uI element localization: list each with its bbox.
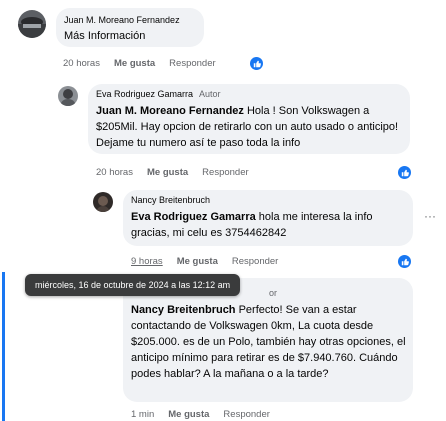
comment-text: Juan M. Moreano Fernandez Hola ! Son Vol…: [96, 103, 404, 151]
like-reaction-icon[interactable]: [250, 57, 263, 70]
like-button[interactable]: Me gusta: [114, 58, 155, 69]
thread-indicator: [2, 272, 5, 421]
reply-button[interactable]: Responder: [232, 256, 278, 267]
comment-time[interactable]: 1 min: [131, 409, 154, 420]
like-reaction-icon[interactable]: [398, 255, 411, 268]
avatar[interactable]: [93, 192, 113, 212]
mention-link[interactable]: Juan M. Moreano Fernandez: [96, 105, 244, 117]
comment-author[interactable]: Nancy Breitenbruch: [131, 195, 210, 205]
comment-text: Nancy Breitenbruch Perfecto! Se van a es…: [131, 302, 411, 382]
comment-bubble: Juan M. Moreano Fernandez Más Informació…: [56, 8, 204, 47]
like-button[interactable]: Me gusta: [147, 167, 188, 178]
more-options-icon[interactable]: ···: [424, 209, 436, 223]
comment-actions: 20 horas Me gusta Responder: [96, 167, 263, 178]
comment-author[interactable]: Juan M. Moreano Fernandez: [64, 15, 180, 25]
comment-bubble: Eva Rodriguez Gamarra Autor Juan M. Morea…: [88, 84, 410, 154]
comment-actions: 9 horas Me gusta Responder: [131, 256, 292, 267]
mention-link[interactable]: Eva Rodriguez Gamarra: [131, 211, 256, 223]
reply-button[interactable]: Responder: [223, 409, 269, 420]
reply-button[interactable]: Responder: [169, 58, 215, 69]
author-badge: Autor: [199, 89, 221, 99]
like-button[interactable]: Me gusta: [168, 409, 209, 420]
comment-author[interactable]: Eva Rodriguez Gamarra: [96, 89, 193, 99]
like-reaction-icon[interactable]: [398, 166, 411, 179]
timestamp-tooltip: miércoles, 16 de octubre de 2024 a las 1…: [25, 274, 241, 296]
comment-bubble: or Nancy Breitenbruch Perfecto! Se van a…: [123, 278, 413, 402]
comment-author-row: Eva Rodriguez Gamarra Autor: [96, 89, 221, 99]
comment-bubble: Nancy Breitenbruch Eva Rodriguez Gamarra…: [123, 190, 413, 246]
comment-time[interactable]: 9 horas: [131, 256, 163, 267]
comment-actions: 20 horas Me gusta Responder: [63, 58, 230, 69]
comment-text: Más Información: [64, 30, 146, 42]
avatar[interactable]: [58, 86, 78, 106]
comment-text: Eva Rodriguez Gamarra hola me interesa l…: [131, 209, 406, 241]
like-button[interactable]: Me gusta: [177, 256, 218, 267]
comment-time[interactable]: 20 horas: [63, 58, 100, 69]
author-badge: or: [269, 288, 278, 298]
comment-actions: 1 min Me gusta Responder: [131, 409, 284, 420]
comment-time[interactable]: 20 horas: [96, 167, 133, 178]
mention-link[interactable]: Nancy Breitenbruch: [131, 304, 236, 316]
reply-button[interactable]: Responder: [202, 167, 248, 178]
avatar[interactable]: [18, 10, 46, 38]
